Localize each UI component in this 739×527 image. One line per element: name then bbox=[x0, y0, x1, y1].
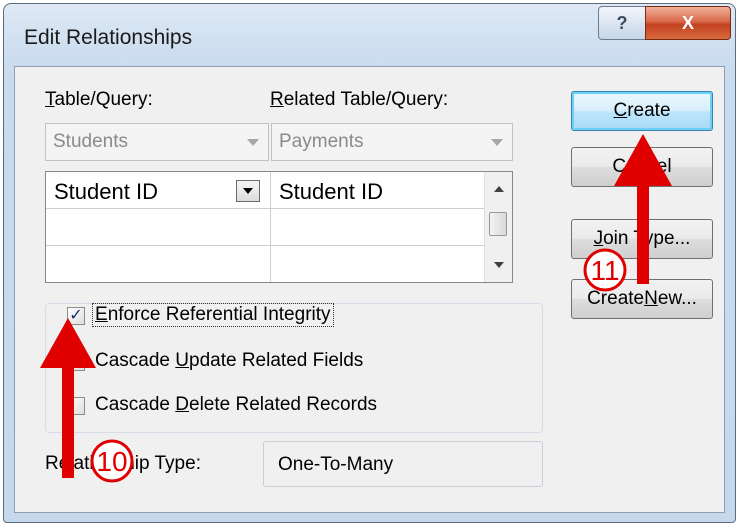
help-icon: ? bbox=[616, 12, 628, 33]
scroll-up-icon[interactable] bbox=[494, 186, 504, 192]
grid-cell-left[interactable] bbox=[46, 246, 271, 282]
cascade-delete-checkbox[interactable] bbox=[67, 397, 85, 415]
scroll-thumb[interactable] bbox=[489, 212, 507, 236]
cascade-update-label: Cascade Update Related Fields bbox=[95, 350, 364, 371]
cancel-button[interactable]: Cancel bbox=[571, 147, 713, 187]
grid-cell-right[interactable] bbox=[271, 209, 485, 246]
related-table-query-label: Related Table/Query: bbox=[270, 89, 449, 110]
table-query-value: Students bbox=[53, 131, 128, 152]
relationship-type-value: One-To-Many bbox=[263, 441, 543, 487]
close-button[interactable]: X bbox=[645, 6, 731, 40]
table-query-select[interactable]: Students bbox=[45, 123, 269, 161]
close-icon: X bbox=[681, 12, 694, 33]
grid-cell-right[interactable]: Student ID bbox=[271, 172, 485, 209]
relationship-type-label: Relationship Type: bbox=[45, 453, 201, 474]
field-mapping-grid: Student ID Student ID bbox=[45, 171, 513, 283]
enforce-integrity-checkbox[interactable]: ✓ bbox=[67, 307, 85, 325]
create-new-button[interactable]: Create New... bbox=[571, 279, 713, 319]
dialog-title: Edit Relationships bbox=[24, 26, 193, 49]
title-bar[interactable]: Edit Relationships ? X bbox=[4, 4, 735, 66]
chevron-down-icon bbox=[491, 139, 503, 146]
edit-relationships-dialog: Edit Relationships ? X Table/Query: Rela… bbox=[3, 3, 736, 523]
grid-scrollbar[interactable] bbox=[484, 172, 512, 282]
related-table-query-value: Payments bbox=[279, 131, 364, 152]
scroll-down-icon[interactable] bbox=[494, 262, 504, 268]
cascade-update-checkbox[interactable] bbox=[67, 353, 85, 371]
dialog-body: Table/Query: Related Table/Query: Studen… bbox=[14, 66, 725, 513]
field-dropdown-button[interactable] bbox=[236, 180, 260, 202]
grid-cell-left[interactable]: Student ID bbox=[46, 172, 271, 209]
grid-cell-left[interactable] bbox=[46, 209, 271, 246]
enforce-integrity-label: Enforce Referential Integrity bbox=[92, 303, 334, 327]
table-query-label: Table/Query: bbox=[45, 89, 153, 110]
grid-cell-right[interactable] bbox=[271, 246, 485, 282]
join-type-button[interactable]: Join Type... bbox=[571, 219, 713, 259]
create-button[interactable]: Create bbox=[571, 91, 713, 131]
chevron-down-icon bbox=[247, 139, 259, 146]
cascade-delete-label: Cascade Delete Related Records bbox=[95, 394, 378, 415]
help-button[interactable]: ? bbox=[598, 6, 646, 40]
related-table-query-select[interactable]: Payments bbox=[271, 123, 513, 161]
